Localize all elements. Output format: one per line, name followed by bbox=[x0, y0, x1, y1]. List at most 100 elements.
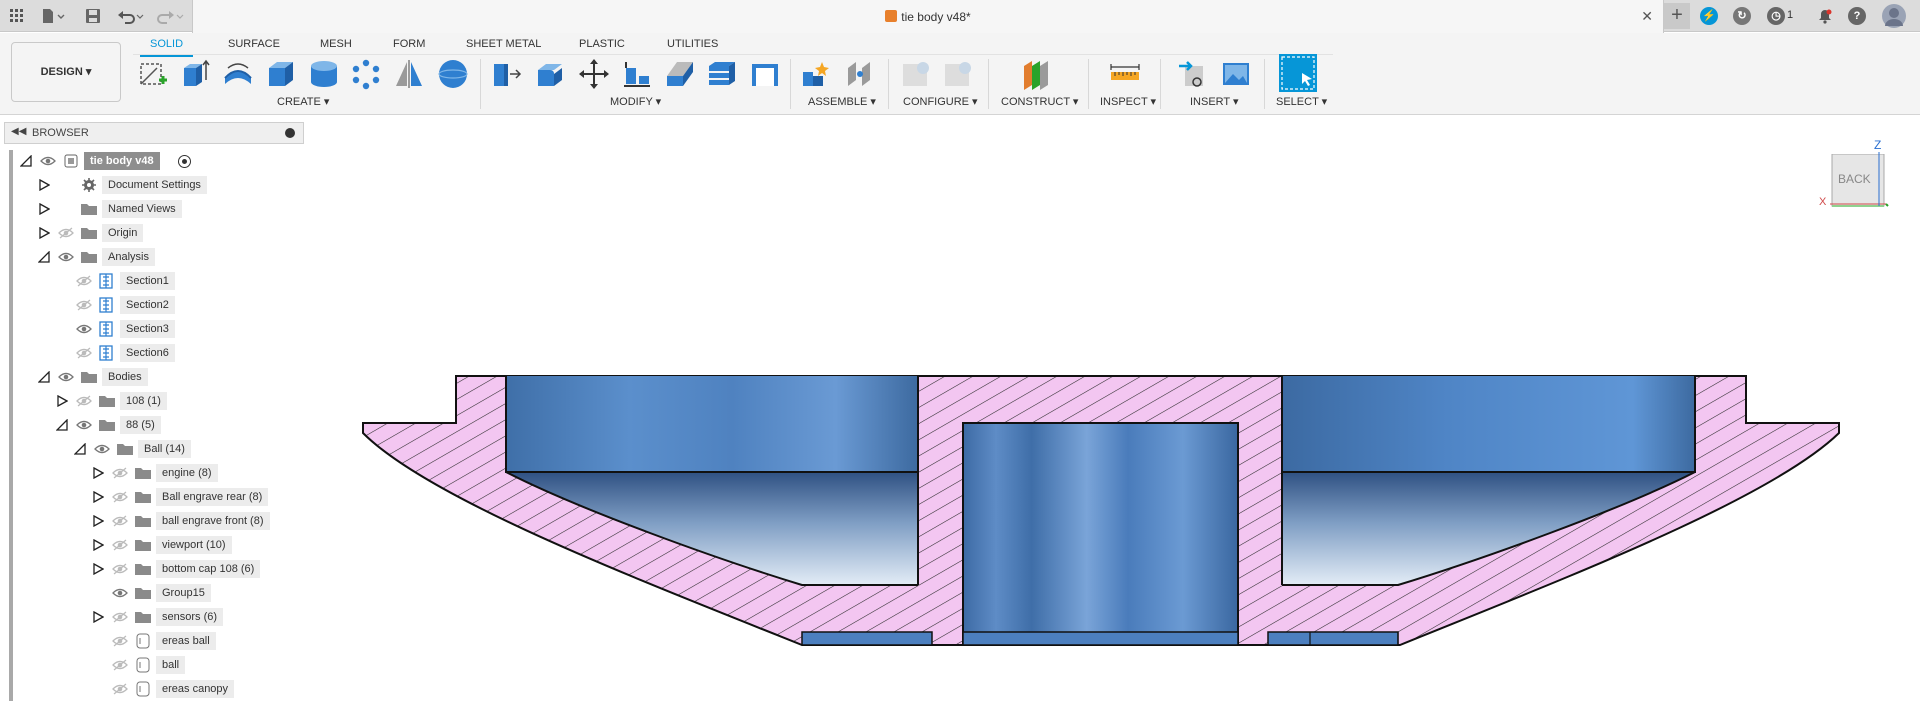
hidden-eye-icon[interactable] bbox=[112, 563, 128, 575]
expanded-triangle-icon[interactable] bbox=[56, 419, 68, 431]
visibility-eye-icon[interactable] bbox=[94, 443, 110, 455]
browser-node-ereas-canopy[interactable]: ereas canopy bbox=[0, 678, 304, 700]
construct-menu[interactable]: CONSTRUCT ▾ bbox=[1001, 95, 1078, 108]
activate-component-icon[interactable] bbox=[178, 155, 191, 168]
assemble-menu[interactable]: ASSEMBLE ▾ bbox=[808, 95, 876, 108]
3d-viewport[interactable] bbox=[308, 116, 1920, 701]
user-avatar[interactable] bbox=[1882, 4, 1906, 28]
browser-node-ereas-ball[interactable]: ereas ball bbox=[0, 630, 304, 652]
configure-table-icon[interactable] bbox=[900, 58, 932, 90]
revolve-icon[interactable] bbox=[222, 58, 254, 90]
redo-icon[interactable] bbox=[156, 5, 186, 27]
visibility-eye-icon[interactable] bbox=[40, 155, 56, 167]
browser-node-bottom-cap-108-6[interactable]: bottom cap 108 (6) bbox=[0, 558, 304, 580]
extrude-icon[interactable] bbox=[180, 58, 212, 90]
browser-node-engine-8[interactable]: engine (8) bbox=[0, 462, 304, 484]
workspace-switcher[interactable]: DESIGN ▾ bbox=[11, 42, 121, 102]
hidden-eye-icon[interactable] bbox=[112, 515, 128, 527]
help-icon[interactable]: ? bbox=[1848, 7, 1866, 25]
tab-surface[interactable]: SURFACE bbox=[228, 35, 280, 53]
browser-node-ball-engrave-front-8[interactable]: ball engrave front (8) bbox=[0, 510, 304, 532]
select-menu[interactable]: SELECT ▾ bbox=[1276, 95, 1327, 108]
minimize-panel-icon[interactable] bbox=[285, 128, 295, 138]
extensions-icon[interactable]: ⚡ bbox=[1700, 7, 1718, 25]
hidden-eye-icon[interactable] bbox=[58, 227, 74, 239]
hidden-eye-icon[interactable] bbox=[112, 635, 128, 647]
hidden-eye-icon[interactable] bbox=[76, 347, 92, 359]
tab-solid[interactable]: SOLID bbox=[139, 35, 194, 57]
tab-mesh[interactable]: MESH bbox=[320, 35, 352, 53]
insert-canvas-icon[interactable] bbox=[1220, 58, 1252, 90]
tab-sheet-metal[interactable]: SHEET METAL bbox=[466, 35, 541, 53]
browser-node-section1[interactable]: Section1 bbox=[0, 270, 304, 292]
close-tab-icon[interactable]: ✕ bbox=[1641, 8, 1653, 25]
pattern-icon[interactable] bbox=[350, 58, 382, 90]
collapsed-triangle-icon[interactable] bbox=[92, 563, 104, 575]
joint-icon[interactable] bbox=[844, 58, 876, 90]
hidden-eye-icon[interactable] bbox=[76, 275, 92, 287]
browser-node-bodies[interactable]: Bodies bbox=[0, 366, 304, 388]
shell-icon[interactable] bbox=[706, 58, 738, 90]
notifications-icon[interactable] bbox=[1814, 5, 1836, 27]
hidden-eye-icon[interactable] bbox=[112, 467, 128, 479]
move-icon[interactable] bbox=[578, 58, 610, 90]
cylinder-icon[interactable] bbox=[308, 58, 340, 90]
viewcube-face-label[interactable]: BACK bbox=[1838, 172, 1871, 186]
visibility-eye-icon[interactable] bbox=[58, 251, 74, 263]
app-grid-icon[interactable] bbox=[6, 5, 28, 27]
browser-node-document-settings[interactable]: Document Settings bbox=[0, 174, 304, 196]
save-icon[interactable] bbox=[82, 5, 104, 27]
configure-menu[interactable]: CONFIGURE ▾ bbox=[903, 95, 978, 108]
collapsed-triangle-icon[interactable] bbox=[38, 203, 50, 215]
tab-plastic[interactable]: PLASTIC bbox=[579, 35, 625, 53]
expanded-triangle-icon[interactable] bbox=[38, 251, 50, 263]
browser-node-88-5[interactable]: 88 (5) bbox=[0, 414, 304, 436]
collapsed-triangle-icon[interactable] bbox=[92, 539, 104, 551]
create-menu[interactable]: CREATE ▾ bbox=[277, 95, 329, 108]
hidden-eye-icon[interactable] bbox=[112, 491, 128, 503]
browser-node-sensors-6[interactable]: sensors (6) bbox=[0, 606, 304, 628]
undo-icon[interactable] bbox=[116, 5, 146, 27]
data-panel-icon[interactable]: ↻ bbox=[1733, 7, 1751, 25]
combine-icon[interactable] bbox=[749, 58, 781, 90]
browser-node-section3[interactable]: Section3 bbox=[0, 318, 304, 340]
browser-node-ball-engrave-rear-8[interactable]: Ball engrave rear (8) bbox=[0, 486, 304, 508]
modify-menu[interactable]: MODIFY ▾ bbox=[610, 95, 661, 108]
configure-rule-icon[interactable] bbox=[942, 58, 974, 90]
split-face-icon[interactable] bbox=[664, 58, 696, 90]
visibility-eye-icon[interactable] bbox=[58, 371, 74, 383]
job-status-icon[interactable]: ◷ bbox=[1767, 7, 1785, 25]
insert-menu[interactable]: INSERT ▾ bbox=[1190, 95, 1239, 108]
browser-node-group15[interactable]: Group15 bbox=[0, 582, 304, 604]
hidden-eye-icon[interactable] bbox=[112, 659, 128, 671]
mirror-icon[interactable] bbox=[393, 58, 425, 90]
sphere-icon[interactable] bbox=[437, 58, 469, 90]
browser-node-origin[interactable]: Origin bbox=[0, 222, 304, 244]
select-icon[interactable] bbox=[1278, 53, 1318, 93]
collapsed-triangle-icon[interactable] bbox=[56, 395, 68, 407]
tab-utilities[interactable]: UTILITIES bbox=[667, 35, 718, 53]
expanded-triangle-icon[interactable] bbox=[38, 371, 50, 383]
collapsed-triangle-icon[interactable] bbox=[38, 227, 50, 239]
collapsed-triangle-icon[interactable] bbox=[38, 179, 50, 191]
inspect-menu[interactable]: INSPECT ▾ bbox=[1100, 95, 1156, 108]
expanded-triangle-icon[interactable] bbox=[74, 443, 86, 455]
browser-node-section2[interactable]: Section2 bbox=[0, 294, 304, 316]
create-sketch-icon[interactable] bbox=[137, 58, 169, 90]
hidden-eye-icon[interactable] bbox=[112, 683, 128, 695]
press-pull-icon[interactable] bbox=[490, 58, 522, 90]
collapsed-triangle-icon[interactable] bbox=[92, 611, 104, 623]
visibility-eye-icon[interactable] bbox=[112, 587, 128, 599]
measure-icon[interactable] bbox=[1109, 58, 1141, 90]
align-icon[interactable] bbox=[621, 58, 653, 90]
browser-node-viewport-10[interactable]: viewport (10) bbox=[0, 534, 304, 556]
visibility-eye-icon[interactable] bbox=[76, 323, 92, 335]
box-icon[interactable] bbox=[265, 58, 297, 90]
hidden-eye-icon[interactable] bbox=[112, 611, 128, 623]
collapsed-triangle-icon[interactable] bbox=[92, 491, 104, 503]
insert-derive-icon[interactable] bbox=[1177, 58, 1209, 90]
hidden-eye-icon[interactable] bbox=[112, 539, 128, 551]
expanded-triangle-icon[interactable] bbox=[20, 155, 32, 167]
browser-node-tie-body-v48[interactable]: tie body v48 bbox=[0, 150, 304, 172]
browser-node-named-views[interactable]: Named Views bbox=[0, 198, 304, 220]
